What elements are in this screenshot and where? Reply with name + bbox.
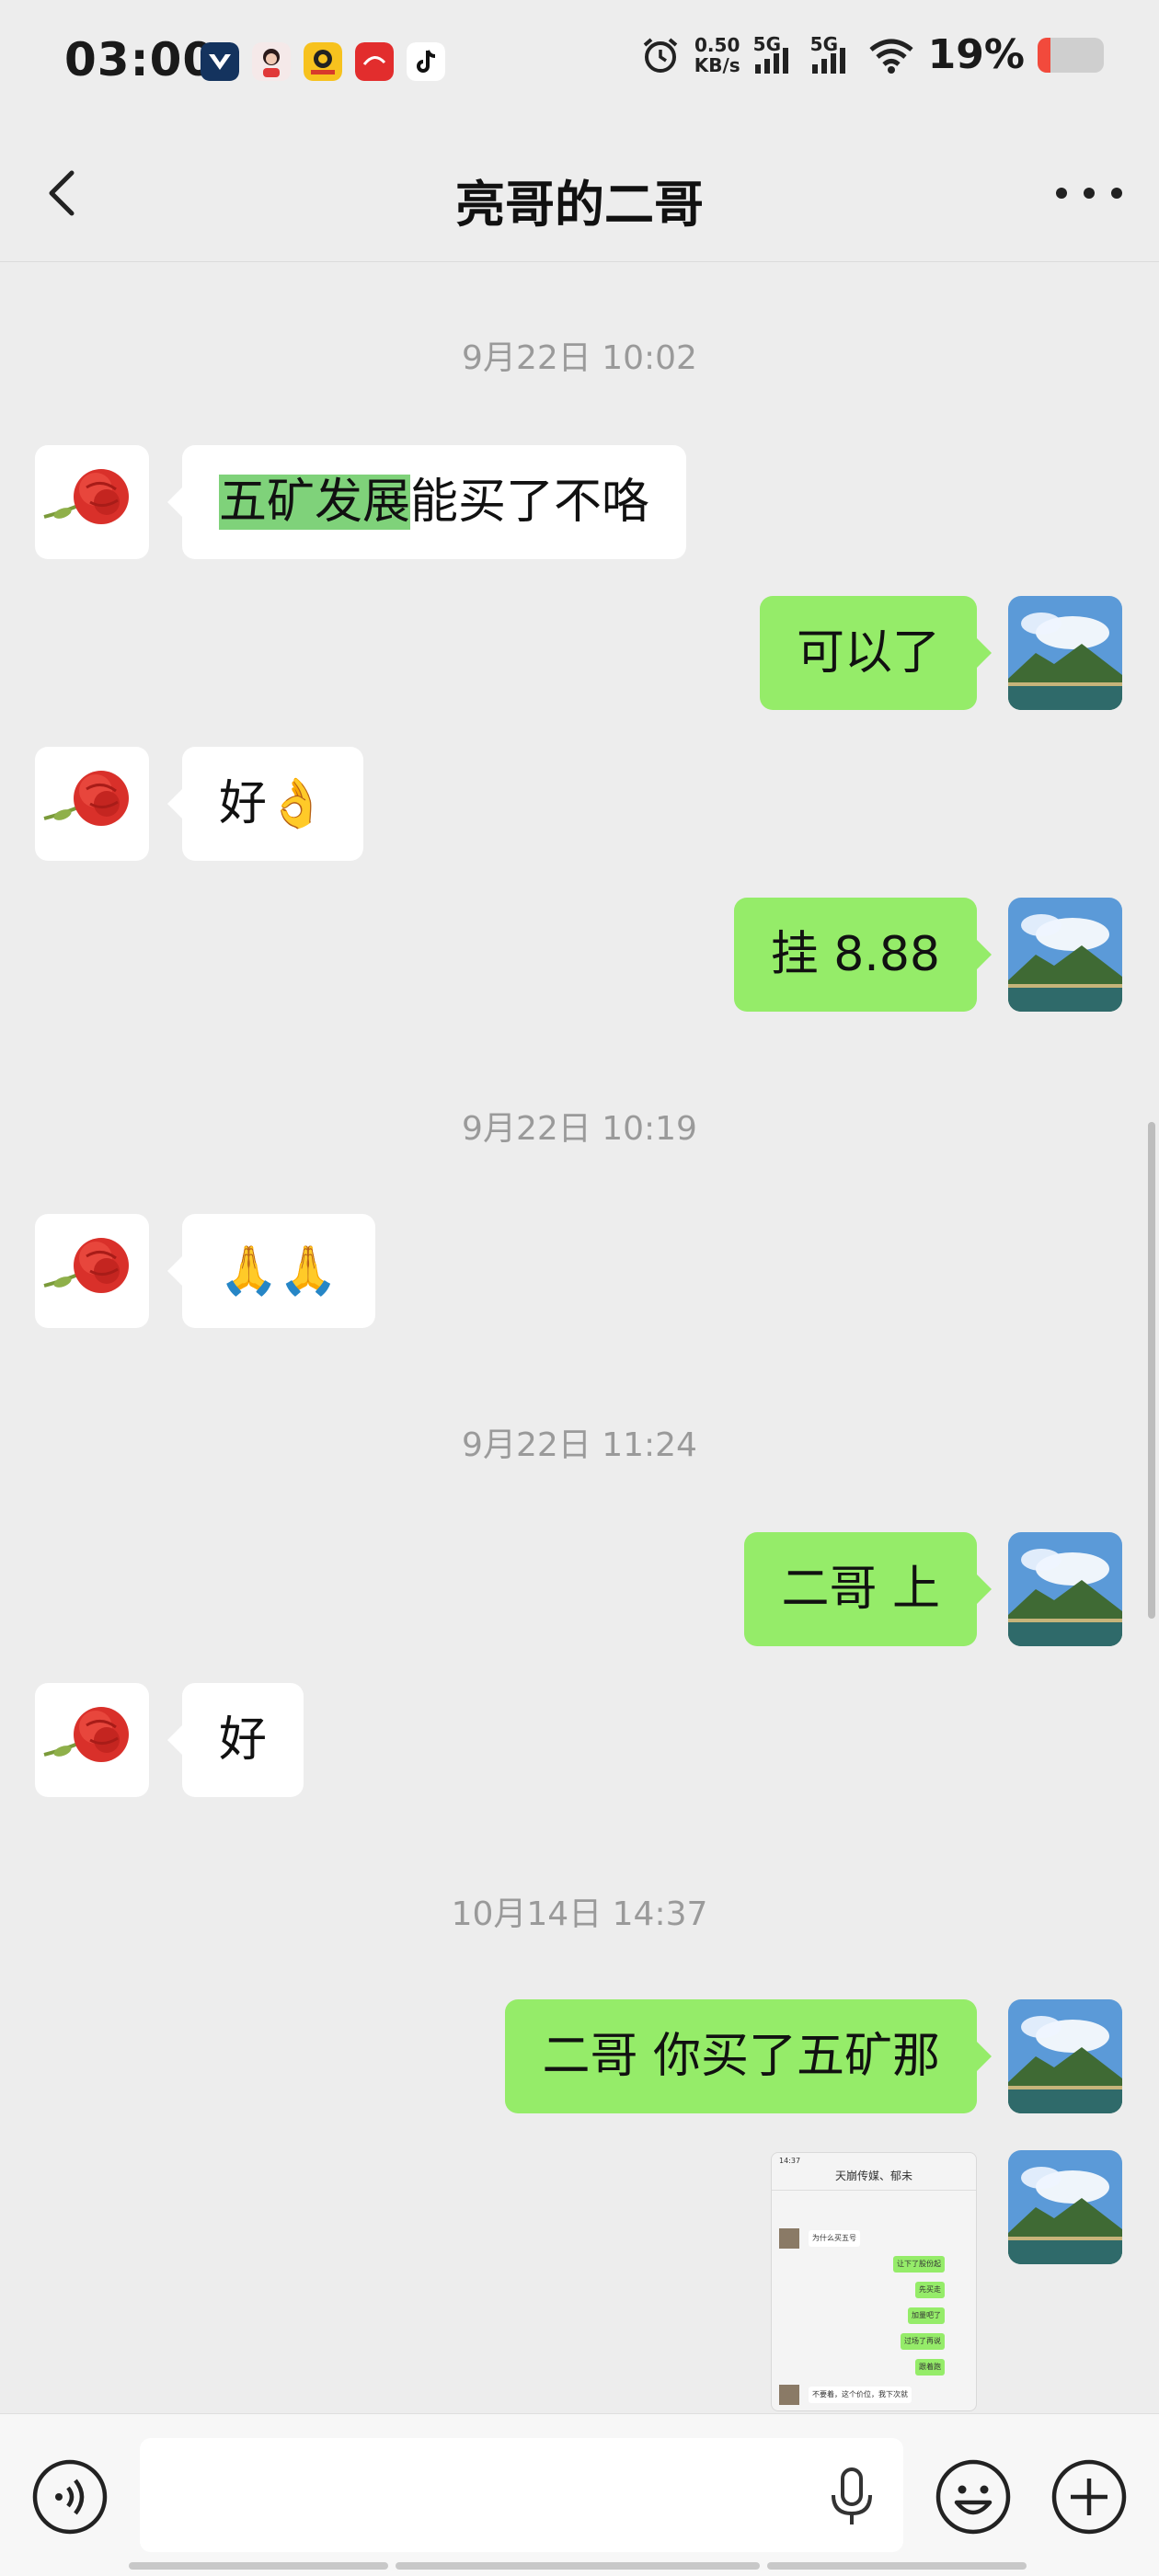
message-bubble-incoming[interactable]: 五矿发展能买了不咯 — [166, 445, 687, 559]
contact-avatar[interactable] — [35, 747, 149, 861]
avatar-app-icon — [252, 42, 291, 81]
app-v-icon — [201, 42, 239, 81]
timestamp: 10月14日 14:37 — [451, 1895, 708, 1933]
status-indicators: 0.50 KB/s 5G 5G 19% — [639, 31, 1104, 78]
thumb-status-time: 14:37 — [779, 2157, 801, 2165]
notification-app-icons — [201, 42, 445, 81]
microphone-icon[interactable] — [828, 2467, 876, 2526]
signal-5g-1: 5G — [753, 33, 798, 74]
plus-more-icon[interactable] — [1050, 2458, 1128, 2536]
timestamp: 9月22日 11:24 — [462, 1426, 697, 1464]
network-speed: 0.50 KB/s — [694, 35, 740, 75]
my-avatar[interactable] — [1008, 2150, 1122, 2264]
yellow-app-icon — [304, 42, 342, 81]
message-bubble-outgoing[interactable]: 二哥 上 — [744, 1532, 992, 1646]
message-bubble-incoming[interactable]: 🙏🙏 — [167, 1214, 375, 1328]
alarm-icon — [643, 37, 678, 73]
input-bar — [0, 2413, 1159, 2576]
net-speed-unit: KB/s — [694, 53, 740, 76]
thumb-title: 天崩传媒、郁未 — [772, 2153, 976, 2191]
signal-5g-2: 5G — [810, 33, 855, 74]
message-bubble-incoming[interactable]: 好👌 — [167, 747, 363, 861]
wifi-icon — [869, 39, 913, 74]
message-bubble-outgoing[interactable]: 可以了 — [759, 596, 993, 710]
my-avatar[interactable] — [1008, 898, 1122, 1012]
contact-avatar[interactable] — [35, 1683, 149, 1797]
thumb-message: 为什么买五号 — [809, 2230, 860, 2247]
message-bubble-incoming[interactable]: 好 — [166, 1683, 304, 1797]
message-text: 能买了不咯 — [410, 475, 650, 530]
status-bar: 03:00 0.50 KB/s 5G 5G 19% — [0, 0, 1159, 129]
thumb-message: 不要着，这个价位，我下次就 — [809, 2387, 912, 2403]
battery-percent: 19% — [927, 31, 1025, 78]
message-bubble-outgoing[interactable]: 二哥 你买了五矿那 — [505, 1999, 992, 2113]
thumb-message: 跟着跑 — [915, 2359, 945, 2376]
timestamp: 9月22日 10:19 — [462, 1110, 697, 1148]
thumb-message: 过场了再说 — [901, 2333, 945, 2350]
scrollbar[interactable] — [1148, 1122, 1155, 1619]
highlighted-text: 五矿发展 — [219, 475, 411, 530]
my-avatar[interactable] — [1008, 596, 1122, 710]
contact-avatar[interactable] — [35, 1214, 149, 1328]
emoji-icon[interactable] — [935, 2458, 1012, 2536]
message-bubble-outgoing[interactable]: 挂 8.88 — [733, 898, 993, 1012]
tiktok-icon — [407, 42, 445, 81]
thumb-message: 加量吧了 — [908, 2307, 945, 2324]
timestamp: 9月22日 10:02 — [462, 339, 697, 377]
red-app-icon — [355, 42, 394, 81]
net-speed-value: 0.50 — [694, 33, 740, 56]
voice-mode-icon[interactable] — [31, 2458, 109, 2536]
status-time: 03:00 — [64, 33, 216, 86]
home-indicator — [129, 2562, 1027, 2570]
thumb-message: 让下了股份起 — [893, 2256, 945, 2273]
thumb-contact-avatar — [779, 2228, 799, 2249]
my-avatar[interactable] — [1008, 1999, 1122, 2113]
thumb-message: 先买走 — [915, 2282, 945, 2298]
thumb-contact-avatar — [779, 2385, 799, 2405]
my-avatar[interactable] — [1008, 1532, 1122, 1646]
battery-icon — [1038, 37, 1104, 73]
contact-avatar[interactable] — [35, 445, 149, 559]
chat-title: 亮哥的二哥 — [455, 176, 704, 234]
more-options-icon[interactable] — [1056, 175, 1122, 212]
message-input[interactable] — [140, 2438, 903, 2552]
screenshot-image-message[interactable]: 14:37 天崩传媒、郁未 为什么买五号 让下了股份起 先买走 加量吧了 过场了… — [771, 2152, 977, 2411]
chat-header: 亮哥的二哥 — [0, 129, 1159, 262]
